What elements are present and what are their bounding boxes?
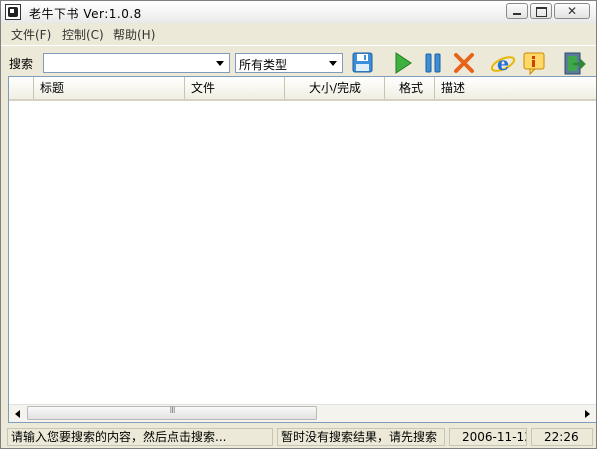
search-input[interactable] (43, 53, 230, 73)
close-button[interactable]: ✕ (554, 3, 590, 19)
maximize-button[interactable] (530, 3, 552, 19)
scroll-right-icon[interactable] (579, 406, 595, 421)
menu-bar: 文件(F) 控制(C) 帮助(H) (1, 23, 596, 43)
info-icon[interactable] (521, 50, 547, 76)
app-window: 老牛下书 Ver:1.0.8 ✕ 文件(F) 控制(C) 帮助(H) 搜索 所有… (0, 0, 597, 449)
column-header-title[interactable]: 标题 (34, 77, 185, 99)
results-list[interactable]: 标题 文件 大小/完成 格式 描述 (8, 76, 596, 423)
close-icon: ✕ (566, 4, 578, 18)
ie-icon[interactable]: e (490, 50, 516, 76)
column-header-file[interactable]: 文件 (185, 77, 285, 99)
exit-icon[interactable] (561, 50, 587, 76)
play-icon[interactable] (390, 50, 416, 76)
status-bar: 请输入您要搜索的内容，然后点击搜索... 暂时没有搜索结果，请先搜索 2006-… (1, 426, 596, 448)
scroll-left-icon[interactable] (10, 406, 26, 421)
menu-file[interactable]: 文件(F) (11, 26, 51, 43)
menu-help[interactable]: 帮助(H) (113, 26, 155, 43)
toolbar: 搜索 所有类型 e (1, 45, 596, 78)
status-hint: 请输入您要搜索的内容，然后点击搜索... (7, 428, 273, 446)
chevron-down-icon[interactable] (326, 55, 341, 71)
title-bar[interactable]: 老牛下书 Ver:1.0.8 ✕ (1, 1, 596, 24)
pause-icon[interactable] (420, 50, 446, 76)
type-select[interactable]: 所有类型 (235, 53, 343, 73)
save-icon[interactable] (350, 50, 376, 76)
status-result: 暂时没有搜索结果，请先搜索 (277, 428, 445, 446)
horizontal-scrollbar[interactable] (9, 404, 596, 422)
chevron-down-icon[interactable] (213, 55, 228, 71)
status-time: 22:26 (531, 428, 593, 446)
column-header-description[interactable]: 描述 (435, 77, 596, 99)
type-select-value: 所有类型 (239, 58, 288, 72)
menu-control[interactable]: 控制(C) (62, 26, 104, 43)
stop-icon[interactable] (451, 50, 477, 76)
window-title: 老牛下书 Ver:1.0.8 (29, 7, 142, 21)
column-header-size[interactable]: 大小/完成 (285, 77, 385, 99)
scrollbar-thumb[interactable] (27, 406, 317, 420)
column-header-format[interactable]: 格式 (385, 77, 435, 99)
search-label: 搜索 (9, 57, 34, 71)
app-icon[interactable] (5, 4, 21, 20)
list-header: 标题 文件 大小/完成 格式 描述 (9, 77, 596, 101)
svg-text:e: e (497, 53, 509, 75)
column-header-blank[interactable] (9, 77, 34, 99)
status-date: 2006-11-13 (449, 428, 527, 446)
minimize-button[interactable] (506, 3, 528, 19)
